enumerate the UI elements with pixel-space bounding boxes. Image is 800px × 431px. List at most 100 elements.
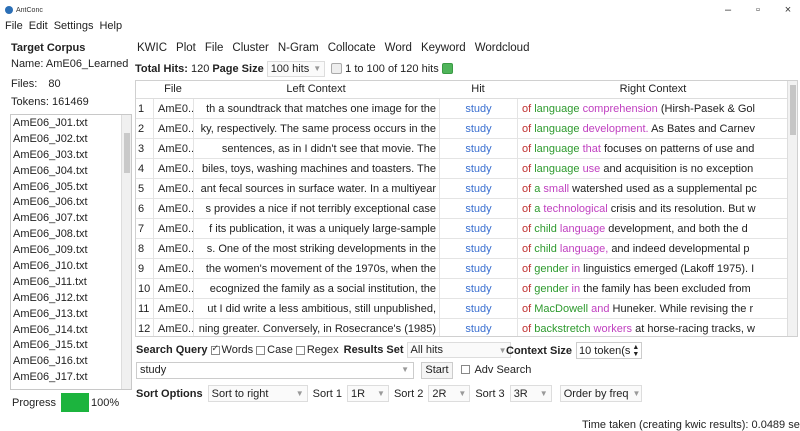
row-number: 2 [138,123,145,135]
minimize-button[interactable]: – [722,4,734,16]
file-list-item[interactable]: AmE06_J12.txt [11,290,131,306]
kwic-results-table[interactable]: File Left Context Hit Right Context 1 AmE… [135,80,798,337]
hit-cell[interactable]: study [439,119,517,139]
sort3-select[interactable]: 3R ▼ [509,385,552,402]
sort2-select[interactable]: 2R ▼ [428,385,471,402]
corpus-files-label: Files: [11,78,38,90]
chevron-down-icon[interactable]: ▼ [401,365,409,374]
corpus-name-row: Name: AmE06_Learned [11,58,128,70]
search-input[interactable]: study ▼ [136,362,414,379]
tab-plot[interactable]: Plot [176,42,196,54]
start-button[interactable]: Start [421,362,453,379]
tab-cluster[interactable]: Cluster [232,42,268,54]
adv-search-checkbox[interactable] [461,365,470,374]
file-list-item[interactable]: AmE06_J13.txt [11,306,131,322]
table-row[interactable]: 4 AmE0...biles, toys, washing machines an… [136,159,797,179]
right-context-token: MacDowell [534,303,592,315]
menu-edit[interactable]: Edit [29,20,48,37]
table-row[interactable]: 8 AmE0...s. One of the most striking deve… [136,239,797,259]
tab-collocate[interactable]: Collocate [328,42,376,54]
tab-kwic[interactable]: KWIC [137,42,167,54]
file-list-item[interactable]: AmE06_J07.txt [11,210,131,226]
table-scroll-thumb[interactable] [790,85,796,135]
file-list-item[interactable]: AmE06_J04.txt [11,163,131,179]
right-context-cell: of MacDowell and Huneker. While revising… [517,299,789,319]
table-row[interactable]: 11AmE0...ut I did write a less ambitious… [136,299,797,319]
corpus-tokens-row: Tokens: 161469 [11,96,89,108]
context-size-spinner[interactable]: 10 token(s ▲ ▼ [576,342,643,359]
hit-cell[interactable]: study [439,179,517,199]
words-checkbox[interactable] [210,343,220,355]
case-checkbox[interactable] [256,345,266,355]
order-select[interactable]: Order by freq ▼ [559,385,642,402]
hit-cell[interactable]: study [439,219,517,239]
tab-word[interactable]: Word [385,42,412,54]
column-header-file[interactable]: File [153,83,193,95]
table-row[interactable]: 5 AmE0...ant fecal sources in surface wat… [136,179,797,199]
hit-cell[interactable]: study [439,199,517,219]
file-list-item[interactable]: AmE06_J08.txt [11,226,131,242]
tab-file[interactable]: File [205,42,224,54]
app-icon [5,6,13,14]
table-row[interactable]: 2 AmE0...ky, respectively. The same proce… [136,119,797,139]
table-row[interactable]: 1 AmE0...th a soundtrack that matches one… [136,99,797,119]
corpus-file-list[interactable]: AmE06_J01.txt AmE06_J02.txt AmE06_J03.txt A… [10,114,132,390]
table-row[interactable]: 9 AmE0...the women's movement of the 1970… [136,259,797,279]
table-row[interactable]: 10AmE0...ecognized the family as a socia… [136,279,797,299]
sort1-select[interactable]: 1R ▼ [346,385,389,402]
file-list-item[interactable]: AmE06_J17.txt [11,369,131,385]
hit-cell[interactable]: study [439,319,517,336]
maximize-button[interactable]: ▫ [752,4,764,16]
file-list-scroll-thumb[interactable] [124,133,130,173]
file-list-item[interactable]: AmE06_J15.txt [11,337,131,353]
hit-cell[interactable]: study [439,259,517,279]
hit-cell[interactable]: study [439,159,517,179]
file-list-item[interactable]: AmE06_J02.txt [11,131,131,147]
file-list-scrollbar[interactable] [121,115,131,389]
menu-help[interactable]: Help [99,20,122,37]
file-list-item[interactable]: AmE06_J01.txt [11,115,131,131]
results-set-select[interactable]: All hits ▼ [406,342,511,358]
table-scrollbar[interactable] [787,81,797,336]
tab-keyword[interactable]: Keyword [421,42,466,54]
tab-wordcloud[interactable]: Wordcloud [475,42,530,54]
file-list-item[interactable]: AmE06_J03.txt [11,147,131,163]
file-list-item[interactable]: AmE06_J11.txt [11,274,131,290]
menu-settings[interactable]: Settings [54,20,94,37]
sort-mode-select[interactable]: Sort to right ▼ [207,385,308,402]
file-list-item[interactable]: AmE06_J06.txt [11,194,131,210]
table-row[interactable]: 6 AmE0...s provides a nice if not terribl… [136,199,797,219]
right-context-cell: of language that focuses on patterns of … [517,139,789,159]
file-list-item[interactable]: AmE06_J14.txt [11,322,131,338]
right-context-token: technological [543,203,611,215]
file-list-item[interactable]: AmE06_J10.txt [11,258,131,274]
hit-cell[interactable]: study [439,139,517,159]
tab-ngram[interactable]: N-Gram [278,42,319,54]
right-context-token: child [534,243,560,255]
menu-file[interactable]: File [5,20,23,37]
left-context-cell: th a soundtrack that matches one image f… [193,99,439,119]
column-header-left-context[interactable]: Left Context [193,83,439,95]
close-button[interactable]: × [782,4,794,16]
prev-page-icon[interactable] [331,63,343,74]
row-number: 11 [138,303,150,315]
page-size-select[interactable]: 100 hits ▼ [266,60,326,77]
right-context-cell: of a technological crisis and its resolu… [517,199,789,219]
file-list-item[interactable]: AmE06_J09.txt [11,242,131,258]
hit-cell[interactable]: study [439,299,517,319]
table-row[interactable]: 3 AmE0...sentences, as in I didn't see th… [136,139,797,159]
file-list-item[interactable]: AmE06_J05.txt [11,179,131,195]
file-list-item[interactable]: AmE06_J16.txt [11,353,131,369]
regex-checkbox[interactable] [295,345,305,355]
hit-cell[interactable]: study [439,99,517,119]
column-header-right-context[interactable]: Right Context [517,83,789,95]
next-page-icon[interactable] [441,63,453,74]
column-header-hit[interactable]: Hit [439,83,517,95]
table-row[interactable]: 7 AmE0...f its publication, it was a uniq… [136,219,797,239]
table-row[interactable]: 12AmE0...ning greater. Conversely, in Ro… [136,319,797,336]
file-cell: AmE0... [153,239,193,259]
right-context-token: of [522,263,535,275]
hit-cell[interactable]: study [439,279,517,299]
spinner-arrows-icon[interactable]: ▲ ▼ [632,344,639,358]
hit-cell[interactable]: study [439,239,517,259]
